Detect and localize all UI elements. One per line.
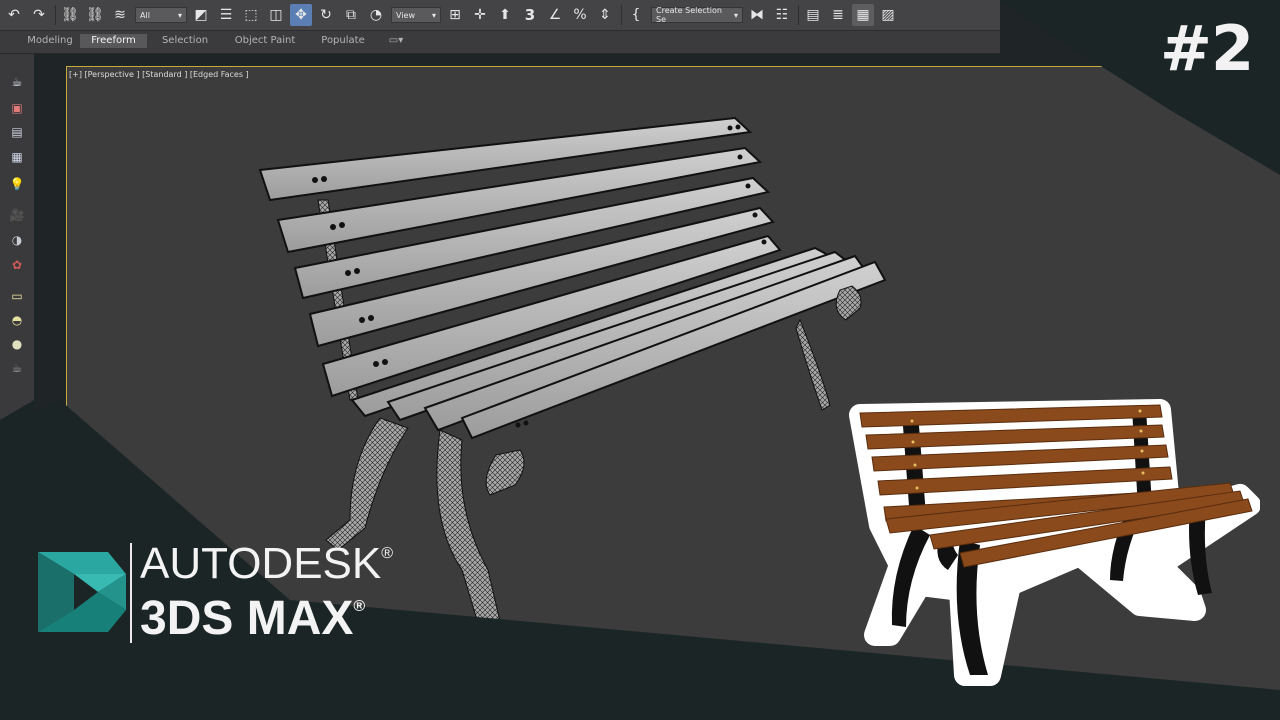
registered-mark: ®: [381, 545, 394, 562]
screen: ↶ ↷ ⛓ ⛓ ≋ All ▾ ◩ ☰ ⬚ ◫ ✥ ↻ ⧉ ◔ View ▾ ⊞…: [0, 0, 1280, 720]
brand-name: AUTODESK®: [140, 542, 393, 586]
brand-autodesk: AUTODESK: [140, 539, 382, 588]
product-name: 3DS MAX®: [140, 595, 365, 643]
logo-divider: [130, 543, 132, 643]
reference-bench-photo: [849, 399, 1260, 686]
episode-number: #2: [1160, 12, 1254, 85]
registered-mark: ®: [353, 598, 366, 615]
3ds-max-logo-icon: [38, 552, 126, 632]
brand-3ds-max: 3DS MAX: [140, 592, 354, 645]
